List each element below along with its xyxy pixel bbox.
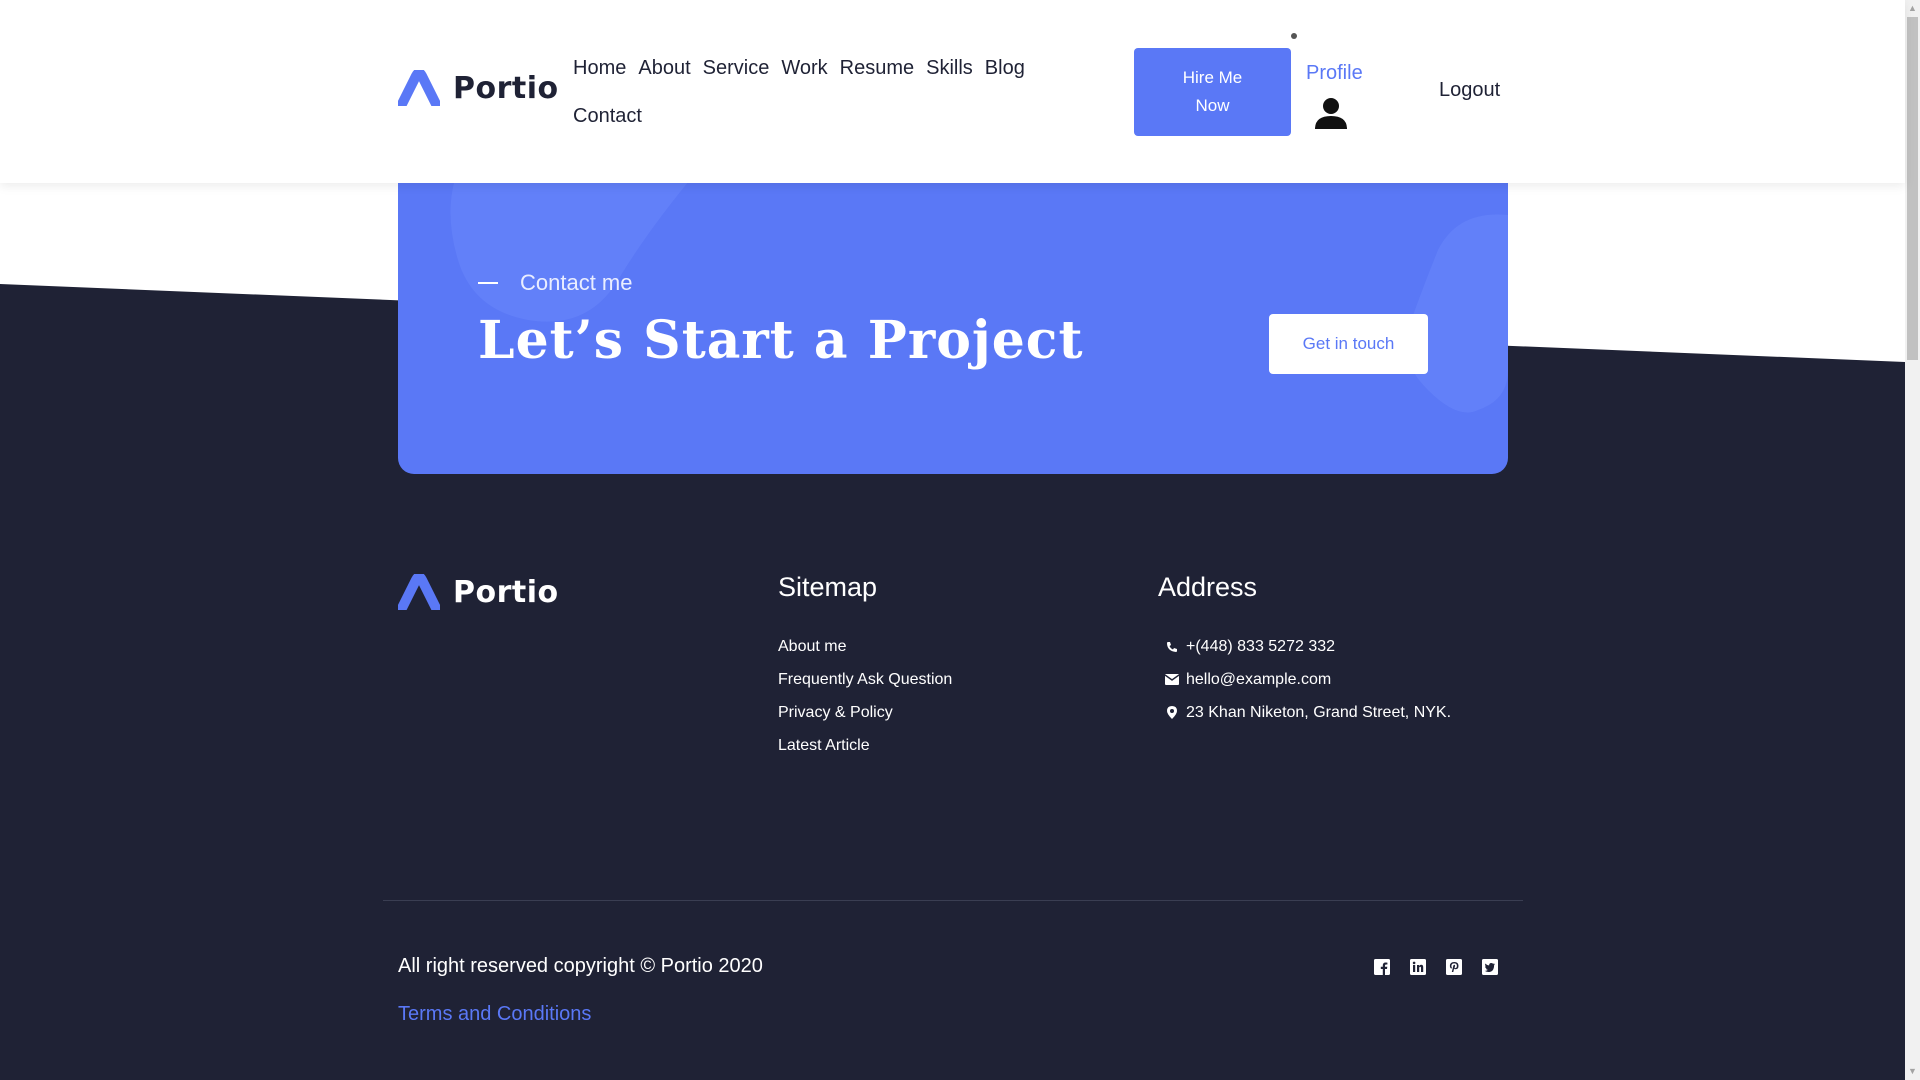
scroll-down-arrow-icon[interactable]: ▼ [1905,1063,1920,1080]
profile-link[interactable]: Profile [1306,62,1363,85]
nav-item-service[interactable]: Service [703,44,770,92]
twitter-icon[interactable] [1482,957,1518,977]
email-text: hello@example.com [1186,671,1332,688]
location-text: 23 Khan Niketon, Grand Street, NYK. [1186,704,1452,721]
nav-item-blog[interactable]: Blog [985,44,1025,92]
contact-cta-card: Contact me Let’s Start a Project Get in … [398,170,1508,474]
sitemap-list: About me Frequently Ask Question Privacy… [778,630,952,762]
pinterest-icon[interactable] [1446,957,1482,977]
cta-label: Contact me [478,270,633,296]
footer-logo[interactable]: Portio [398,574,559,610]
mail-icon [1158,674,1186,685]
main-nav: Home About Service Work Resume Skills Blog Cont… [573,44,1073,140]
nav-item-work[interactable]: Work [781,44,827,92]
nav-item-home[interactable]: Home [573,44,626,92]
nav-dot [1291,33,1297,39]
address-list: +(448) 833 5272 332 hello@example.com 23… [1158,630,1451,729]
sitemap-link-privacy[interactable]: Privacy & Policy [778,696,952,729]
sitemap-link-faq[interactable]: Frequently Ask Question [778,663,952,696]
nav-item-skills[interactable]: Skills [926,44,973,92]
address-item-location: 23 Khan Niketon, Grand Street, NYK. [1158,696,1451,729]
nav-item-about[interactable]: About [638,44,690,92]
logo-text: Portio [453,70,559,106]
cta-label-text: Contact me [520,270,633,295]
social-links [1374,957,1518,977]
cta-title: Let’s Start a Project [478,310,1084,371]
dash-divider [478,282,498,284]
nav-item-resume[interactable]: Resume [840,44,914,92]
copyright-text: All right reserved copyright © Portio 20… [398,955,763,977]
terms-link[interactable]: Terms and Conditions [398,1003,591,1026]
sitemap-link-about[interactable]: About me [778,630,952,663]
footer-logo-text: Portio [453,574,559,610]
nav-item-contact[interactable]: Contact [573,92,642,140]
portio-logo-icon [398,70,440,106]
site-header: Portio Home About Service Work Resume Skills B… [0,0,1905,183]
header-logo[interactable]: Portio [398,66,559,110]
phone-text: +(448) 833 5272 332 [1186,638,1336,655]
linkedin-icon[interactable] [1410,957,1446,977]
user-icon[interactable] [1314,96,1348,135]
logout-link[interactable]: Logout [1439,79,1500,102]
sitemap-title: Sitemap [778,572,878,602]
footer-divider [383,900,1523,901]
scroll-thumb[interactable] [1907,17,1918,360]
get-in-touch-button[interactable]: Get in touch [1269,314,1428,374]
hire-me-button[interactable]: Hire Me Now [1134,48,1291,136]
address-title: Address [1158,572,1258,602]
facebook-icon[interactable] [1374,957,1410,977]
portio-logo-icon [398,574,440,610]
page-scrollbar[interactable]: ▲ ▼ [1905,0,1920,1080]
phone-icon [1158,641,1186,653]
address-item-phone: +(448) 833 5272 332 [1158,630,1451,663]
location-pin-icon [1158,706,1186,719]
sitemap-link-articles[interactable]: Latest Article [778,729,952,762]
address-item-email: hello@example.com [1158,663,1451,696]
scroll-up-arrow-icon[interactable]: ▲ [1905,0,1920,17]
